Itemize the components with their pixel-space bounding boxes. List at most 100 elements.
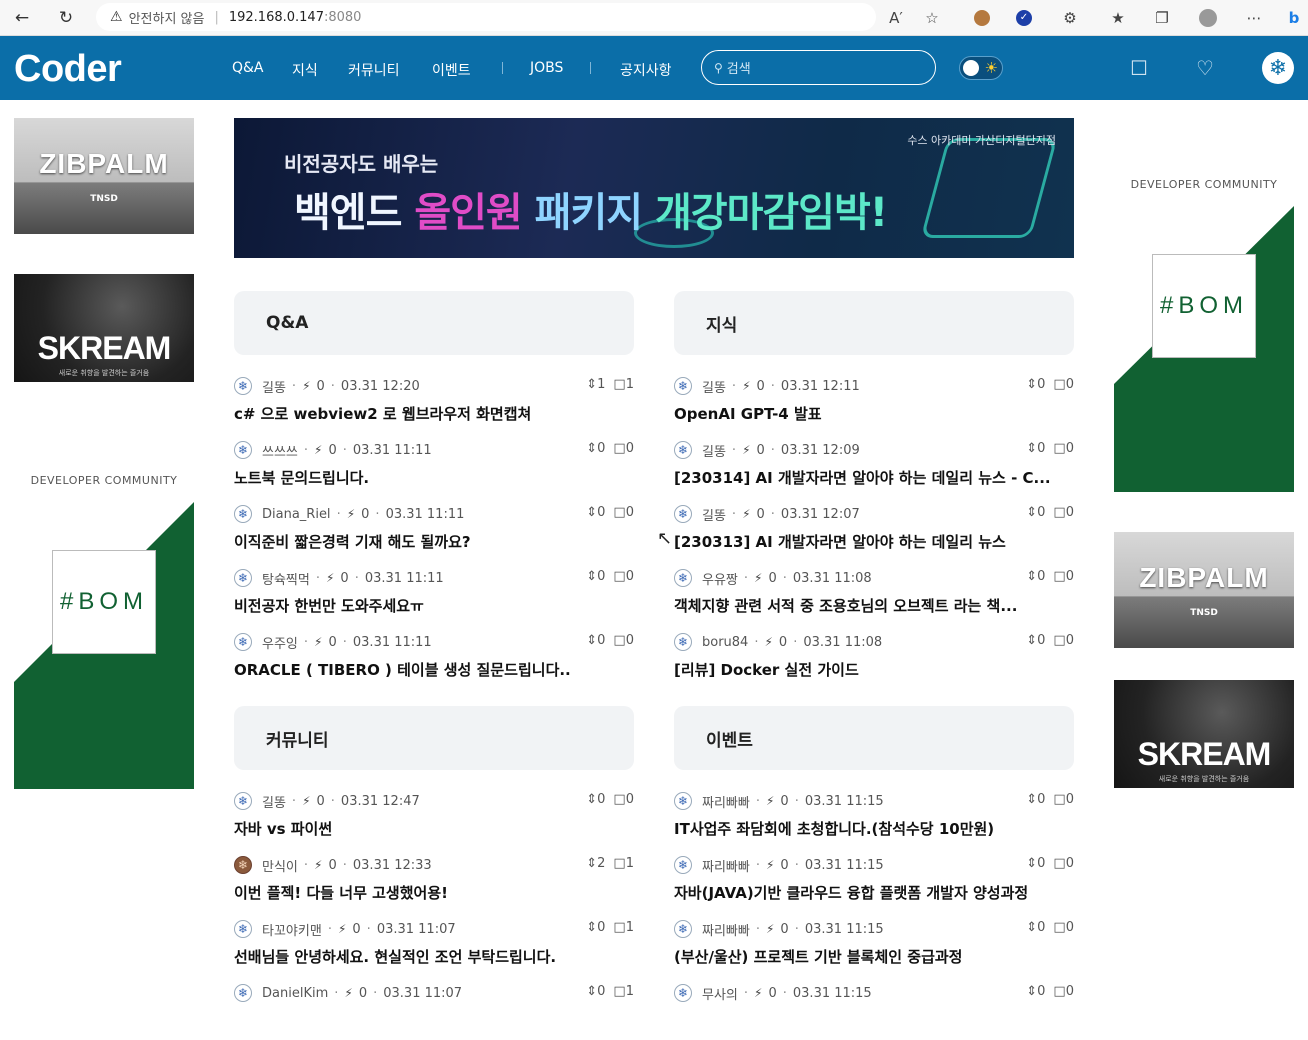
- post-item[interactable]: ❄ 무사의 · ⚡ 0 · 03.31 11:15 ⇕0 □0: [674, 976, 1074, 1040]
- post-item[interactable]: ❄ 쓰쓰쓰 · ⚡ 0 · 03.31 11:11 ⇕0 □0 노트북 문의드립니다.: [234, 433, 634, 497]
- bell-icon[interactable]: ♡: [1196, 56, 1214, 80]
- user-avatar-icon: ❄: [234, 569, 252, 587]
- vote-stat: ⇕0: [1026, 505, 1045, 520]
- favorites-list-icon[interactable]: ★: [1106, 6, 1130, 30]
- ad-zibpalm-right[interactable]: ZIBPALM TNSD: [1114, 532, 1294, 648]
- post-item[interactable]: ❄ 짜리빠빠 · ⚡ 0 · 03.31 11:15 ⇕0 □0 IT사업주 좌담회에 초청합니다…: [674, 784, 1074, 848]
- post-author[interactable]: 짜리빠빠: [702, 856, 750, 875]
- post-title[interactable]: OpenAI GPT-4 발표: [674, 403, 1074, 424]
- post-title[interactable]: c# 으로 webview2 로 웹브라우저 화면캡쳐: [234, 403, 634, 424]
- post-title[interactable]: [리뷰] Docker 실전 가이드: [674, 659, 1074, 680]
- shield-extension-icon[interactable]: ✓: [1012, 6, 1036, 30]
- post-item[interactable]: ❄ 길똥 · ⚡ 0 · 03.31 12:07 ⇕0 □0 [230313] AI 개발자라면 …: [674, 497, 1074, 561]
- post-author[interactable]: 짜리빠빠: [702, 920, 750, 939]
- bookmark-icon[interactable]: ☐: [1130, 56, 1148, 80]
- dot-separator: ·: [743, 985, 749, 1001]
- security-warning[interactable]: 안전하지 않음: [129, 8, 205, 27]
- theme-toggle[interactable]: ☀: [959, 56, 1003, 80]
- post-author[interactable]: 우유짱: [702, 569, 738, 588]
- nav-jobs[interactable]: JOBS: [530, 60, 563, 76]
- nav-notice[interactable]: 공지사항: [620, 60, 672, 80]
- user-avatar[interactable]: ❄: [1262, 52, 1294, 84]
- post-item[interactable]: ❄ 길똥 · ⚡ 0 · 03.31 12:20 ⇕1 □1 c# 으로 webview2 로 웹…: [234, 369, 634, 433]
- post-author[interactable]: 만식이: [262, 856, 298, 875]
- post-item[interactable]: ❄ 길똥 · ⚡ 0 · 03.31 12:47 ⇕0 □0 자바 vs 파이썬: [234, 784, 634, 848]
- ad-skream-right[interactable]: SKREAM 새로운 취향을 발견하는 즐거움: [1114, 680, 1294, 788]
- post-title[interactable]: 자바(JAVA)기반 클라우드 융합 플랫폼 개발자 양성과정: [674, 882, 1074, 903]
- refresh-icon[interactable]: ↻: [54, 6, 78, 30]
- site-logo[interactable]: Coder: [14, 48, 122, 91]
- post-title[interactable]: [230313] AI 개발자라면 알아야 하는 데일리 뉴스: [674, 531, 1074, 552]
- ad-bom-left[interactable]: DEVELOPER COMMUNITY #BOM: [14, 462, 194, 789]
- post-title[interactable]: 노트북 문의드립니다.: [234, 467, 634, 488]
- section-header[interactable]: 이벤트: [674, 706, 1074, 770]
- post-item[interactable]: ❄ boru84 · ⚡ 0 · 03.31 11:08 ⇕0 □0 [리뷰] Docker 실전…: [674, 625, 1074, 689]
- nav-community[interactable]: 커뮤니티: [348, 60, 400, 80]
- ad-bom-right[interactable]: DEVELOPER COMMUNITY #BOM: [1114, 170, 1294, 492]
- collections-icon[interactable]: ❐: [1150, 6, 1174, 30]
- post-author[interactable]: DanielKim: [262, 986, 328, 1001]
- post-author[interactable]: 길똥: [702, 441, 726, 460]
- section-header[interactable]: 커뮤니티: [234, 706, 634, 770]
- profile-icon[interactable]: [1196, 6, 1220, 30]
- post-item[interactable]: ❄ 탕슉찍먹 · ⚡ 0 · 03.31 11:11 ⇕0 □0 비전공자 한번만 도와주세요ㅠ: [234, 561, 634, 625]
- dot-separator: ·: [743, 570, 749, 586]
- promo-banner[interactable]: 수스 아카데미 가산디지털단지점 비전공자도 배우는 백엔드 올인원 패키지 개…: [234, 118, 1074, 258]
- post-item[interactable]: ❄ DanielKim · ⚡ 0 · 03.31 11:07 ⇕0 □1: [234, 976, 634, 1040]
- post-item[interactable]: ❄ 우주잉 · ⚡ 0 · 03.31 11:11 ⇕0 □0 ORACLE ( TIBERO )…: [234, 625, 634, 689]
- post-title[interactable]: ORACLE ( TIBERO ) 테이블 생성 질문드립니다..: [234, 659, 634, 680]
- comment-icon: □: [1053, 569, 1066, 584]
- search-input[interactable]: ⚲ 검색: [701, 50, 936, 85]
- post-item[interactable]: ❄ Diana_Riel · ⚡ 0 · 03.31 11:11 ⇕0 □0 이직준비 짧은경력 …: [234, 497, 634, 561]
- back-icon[interactable]: ←: [10, 6, 34, 30]
- post-author[interactable]: 짜리빠빠: [702, 792, 750, 811]
- post-item[interactable]: ❄ 길똥 · ⚡ 0 · 03.31 12:09 ⇕0 □0 [230314] AI 개발자라면 …: [674, 433, 1074, 497]
- post-title[interactable]: 자바 vs 파이썬: [234, 818, 634, 839]
- post-item[interactable]: ❄ 길똥 · ⚡ 0 · 03.31 12:11 ⇕0 □0 OpenAI GPT-4 발표: [674, 369, 1074, 433]
- post-author[interactable]: 우주잉: [262, 633, 298, 652]
- section-header[interactable]: Q&A: [234, 291, 634, 355]
- post-title[interactable]: 객체지향 관련 서적 중 조용호님의 오브젝트 라는 책...: [674, 595, 1074, 616]
- post-author[interactable]: Diana_Riel: [262, 507, 331, 522]
- post-item[interactable]: ❄ 짜리빠빠 · ⚡ 0 · 03.31 11:15 ⇕0 □0 자바(JAVA)기반 클라우드 …: [674, 848, 1074, 912]
- read-aloud-icon[interactable]: A′: [884, 6, 908, 30]
- post-author[interactable]: 길똥: [702, 377, 726, 396]
- post-meta: ❄ 짜리빠빠 · ⚡ 0 · 03.31 11:15: [674, 792, 884, 811]
- post-author[interactable]: 길똥: [262, 377, 286, 396]
- post-title[interactable]: 이직준비 짧은경력 기재 해도 될까요?: [234, 531, 634, 552]
- dot-separator: ·: [782, 985, 787, 1001]
- post-author[interactable]: 탕슉찍먹: [262, 569, 310, 588]
- post-title[interactable]: IT사업주 좌담회에 초청합니다.(참석수당 10만원): [674, 818, 1074, 839]
- favorite-icon[interactable]: ☆: [920, 6, 944, 30]
- more-icon[interactable]: ⋯: [1242, 6, 1266, 30]
- puzzle-icon[interactable]: ⚙: [1058, 6, 1082, 30]
- post-author[interactable]: 타꼬야키맨: [262, 920, 322, 939]
- ad-skream-left[interactable]: SKREAM 새로운 취향을 발견하는 즐거움: [14, 274, 194, 382]
- post-item[interactable]: ❄ 만식이 · ⚡ 0 · 03.31 12:33 ⇕2 □1 이번 플젝! 다들 너무 고생했어…: [234, 848, 634, 912]
- ad-zibpalm-left[interactable]: ZIBPALM TNSD: [14, 118, 194, 234]
- post-author[interactable]: 쓰쓰쓰: [262, 441, 298, 460]
- post-time: 03.31 12:09: [780, 442, 860, 458]
- vote-icon: ⇕: [1026, 856, 1038, 871]
- post-item[interactable]: ❄ 짜리빠빠 · ⚡ 0 · 03.31 11:15 ⇕0 □0 (부산/울산) 프로젝트 기반 …: [674, 912, 1074, 976]
- post-title[interactable]: [230314] AI 개발자라면 알아야 하는 데일리 뉴스 - C...: [674, 467, 1074, 488]
- nav-knowledge[interactable]: 지식: [292, 60, 318, 80]
- post-author[interactable]: 무사의: [702, 984, 738, 1003]
- post-title[interactable]: 선배님들 안녕하세요. 현실적인 조언 부탁드립니다.: [234, 946, 634, 967]
- post-author[interactable]: 길똥: [702, 505, 726, 524]
- post-author[interactable]: 길똥: [262, 792, 286, 811]
- post-item[interactable]: ❄ 우유짱 · ⚡ 0 · 03.31 11:08 ⇕0 □0 객체지향 관련 서적 중 조용호님…: [674, 561, 1074, 625]
- post-item[interactable]: ❄ 타꼬야키맨 · ⚡ 0 · 03.31 11:07 ⇕0 □1 선배님들 안녕하세요. 현실적…: [234, 912, 634, 976]
- post-title[interactable]: (부산/울산) 프로젝트 기반 블록체인 중급과정: [674, 946, 1074, 967]
- nav-qna[interactable]: Q&A: [232, 60, 264, 76]
- nav-events[interactable]: 이벤트: [432, 60, 471, 80]
- comment-stat: □0: [1053, 441, 1074, 456]
- section-header[interactable]: 지식: [674, 291, 1074, 355]
- bing-icon[interactable]: b: [1282, 6, 1306, 30]
- post-author[interactable]: boru84: [702, 635, 748, 650]
- post-title[interactable]: 비전공자 한번만 도와주세요ㅠ: [234, 595, 634, 616]
- address-bar[interactable]: ⚠ 안전하지 않음 | 192.168.0.147:8080: [96, 3, 876, 31]
- cookie-extension-icon[interactable]: [970, 6, 994, 30]
- score-icon: ⚡: [765, 794, 775, 808]
- post-title[interactable]: 이번 플젝! 다들 너무 고생했어용!: [234, 882, 634, 903]
